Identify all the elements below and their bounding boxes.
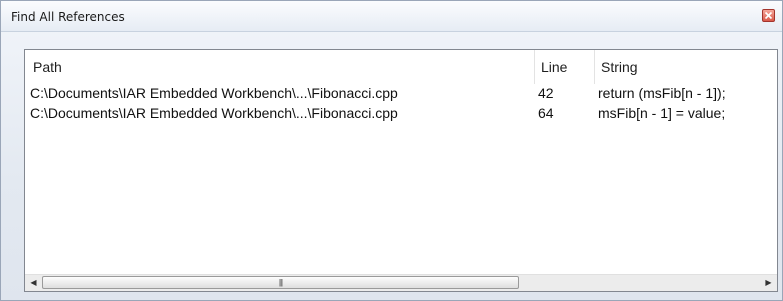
list-rows: C:\Documents\IAR Embedded Workbench\...\… — [25, 84, 777, 124]
left-arrow-icon: ◀ — [30, 278, 37, 287]
column-header-path[interactable]: Path — [25, 50, 535, 84]
scroll-right-button[interactable]: ▶ — [760, 275, 777, 291]
scrollbar-thumb[interactable]: ||| — [42, 276, 519, 289]
column-header-line[interactable]: Line — [535, 50, 595, 84]
reference-path: C:\Documents\IAR Embedded Workbench\...\… — [30, 85, 398, 101]
reference-line: 64 — [538, 105, 554, 121]
close-button[interactable] — [762, 9, 775, 22]
list-item[interactable]: C:\Documents\IAR Embedded Workbench\...\… — [25, 104, 777, 124]
horizontal-scrollbar[interactable]: ◀ ||| ▶ — [25, 274, 777, 291]
title-bar: Find All References — [1, 1, 782, 32]
window-title: Find All References — [11, 10, 125, 24]
find-all-references-window: Find All References Path Line String C:\… — [0, 0, 783, 301]
reference-path: C:\Documents\IAR Embedded Workbench\...\… — [30, 105, 398, 121]
scroll-left-button[interactable]: ◀ — [25, 275, 42, 291]
right-arrow-icon: ▶ — [765, 278, 772, 287]
column-header-string[interactable]: String — [595, 50, 777, 84]
list-item[interactable]: C:\Documents\IAR Embedded Workbench\...\… — [25, 84, 777, 104]
close-icon — [764, 11, 773, 20]
reference-string: msFib[n - 1] = value; — [598, 105, 726, 121]
references-list[interactable]: Path Line String C:\Documents\IAR Embedd… — [24, 49, 778, 292]
reference-string: return (msFib[n - 1]); — [598, 85, 726, 101]
grip-icon: ||| — [278, 278, 283, 287]
list-header: Path Line String — [25, 50, 777, 84]
reference-line: 42 — [538, 85, 554, 101]
